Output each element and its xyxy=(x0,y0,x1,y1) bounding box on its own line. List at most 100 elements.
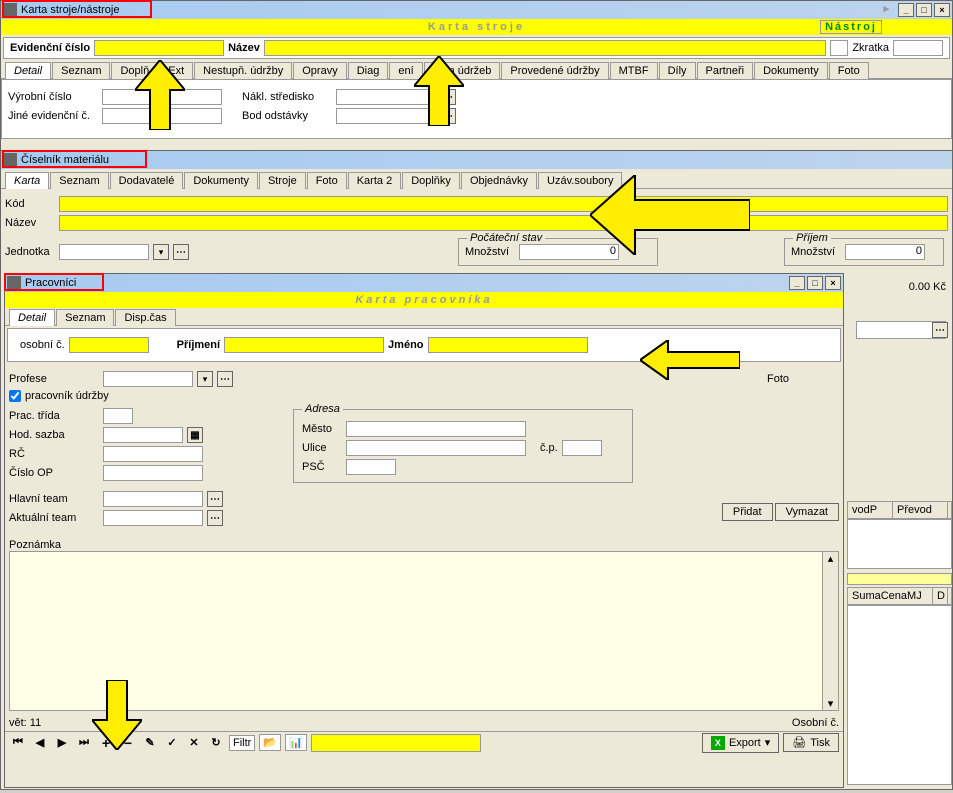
nav-add[interactable]: + xyxy=(97,735,115,751)
button-pridat[interactable]: Přidat xyxy=(722,503,773,521)
input-evidcislo[interactable] xyxy=(94,40,224,56)
textarea-poznamka[interactable]: ▴ ▾ xyxy=(9,551,839,711)
tab-nestupn[interactable]: Nestupň. údržby xyxy=(194,62,292,79)
input-osobni[interactable] xyxy=(69,337,149,353)
col-vodp[interactable]: vodP xyxy=(848,502,893,518)
minimize-button[interactable]: _ xyxy=(789,276,805,290)
calc-button[interactable]: ▦ xyxy=(187,427,203,443)
input-cp[interactable] xyxy=(562,440,602,456)
tab-dispcas[interactable]: Disp.čas xyxy=(115,309,175,326)
tab-foto[interactable]: Foto xyxy=(307,172,347,189)
tab-opravy[interactable]: Opravy xyxy=(293,62,346,79)
button-vymazat[interactable]: Vymazat xyxy=(775,503,839,521)
scrollbar[interactable]: ▴ ▾ xyxy=(822,552,838,710)
lookup-naklstred[interactable]: ⋯ xyxy=(440,89,456,105)
input-naklstred[interactable] xyxy=(336,89,436,105)
lookup-aktualniteam[interactable]: ⋯ xyxy=(207,510,223,526)
tab-uzav[interactable]: Uzáv.soubory xyxy=(538,172,622,189)
col-prevod[interactable]: Převod xyxy=(893,502,948,518)
input-jmeno[interactable] xyxy=(428,337,588,353)
input-hlavniteam[interactable] xyxy=(103,491,203,507)
input-prijval[interactable]: 0 xyxy=(845,244,925,260)
input-mnozstvi[interactable]: 0 xyxy=(519,244,619,260)
nav-last[interactable]: ⏭ xyxy=(75,735,93,751)
close-button[interactable]: × xyxy=(825,276,841,290)
button-tisk[interactable]: 🖨Tisk xyxy=(783,733,839,752)
button-chart[interactable]: 📊 xyxy=(285,734,307,751)
tab-dokumenty[interactable]: Dokumenty xyxy=(184,172,258,189)
input-jednotka[interactable] xyxy=(59,244,149,260)
lookup-jednotka[interactable]: ⋯ xyxy=(173,244,189,260)
tab-mtbf[interactable]: MTBF xyxy=(610,62,658,79)
toggle-arrow-icon[interactable]: ▸ xyxy=(883,2,892,15)
tab-objednavky[interactable]: Objednávky xyxy=(461,172,537,189)
close-button[interactable]: × xyxy=(934,3,950,17)
input-cisloop[interactable] xyxy=(103,465,203,481)
nav-remove[interactable]: − xyxy=(119,735,137,751)
col-d[interactable]: D xyxy=(933,588,948,604)
nav-first[interactable]: ⏮ xyxy=(9,735,27,751)
mode-toggle[interactable]: Nástroj xyxy=(820,20,882,34)
tab-partneri[interactable]: Partneři xyxy=(697,62,754,79)
minimize-button[interactable]: _ xyxy=(898,3,914,17)
checkbox-pracudrzby[interactable] xyxy=(9,390,21,402)
tab-detail[interactable]: Detail xyxy=(5,62,51,79)
tab-dodavatele[interactable]: Dodavatelé xyxy=(110,172,184,189)
dropdown-jednotka[interactable]: ▾ xyxy=(153,244,169,260)
scroll-up-icon[interactable]: ▴ xyxy=(823,552,838,565)
input-practrida[interactable] xyxy=(103,408,133,424)
input-zkratka[interactable] xyxy=(893,40,943,56)
dropdown-profese[interactable]: ▾ xyxy=(197,371,213,387)
input-search-osobni[interactable] xyxy=(311,734,481,752)
col-sumacena[interactable]: SumaCenaMJ xyxy=(848,588,933,604)
tab-provedene[interactable]: Provedené údržby xyxy=(501,62,608,79)
nav-prev[interactable]: ◀ xyxy=(31,735,49,751)
tab-seznam[interactable]: Seznam xyxy=(52,62,110,79)
tab-seznam[interactable]: Seznam xyxy=(50,172,108,189)
tab-diag[interactable]: Diag xyxy=(348,62,389,79)
input-prijmeni[interactable] xyxy=(224,337,384,353)
input-kod[interactable] xyxy=(59,196,948,212)
input-ulice[interactable] xyxy=(346,440,526,456)
input-psc[interactable] xyxy=(346,459,396,475)
scroll-down-icon[interactable]: ▾ xyxy=(823,697,838,710)
lookup-bododst[interactable]: ⋯ xyxy=(440,108,456,124)
label-osobni: osobní č. xyxy=(20,339,65,351)
button-export[interactable]: XExport▾ xyxy=(702,733,779,753)
nav-next[interactable]: ▶ xyxy=(53,735,71,751)
maximize-button[interactable]: □ xyxy=(916,3,932,17)
lookup-hlavniteam[interactable]: ⋯ xyxy=(207,491,223,507)
tab-plan[interactable]: Plán údržeb xyxy=(424,62,501,79)
button-filtr[interactable]: Filtr xyxy=(229,735,255,751)
tab-foto[interactable]: Foto xyxy=(829,62,869,79)
tab-detail[interactable]: Detail xyxy=(9,309,55,326)
input-aktualniteam[interactable] xyxy=(103,510,203,526)
tab-karta2[interactable]: Karta 2 xyxy=(348,172,401,189)
nav-confirm[interactable]: ✓ xyxy=(163,735,181,751)
tab-dily[interactable]: Díly xyxy=(659,62,696,79)
tab-doplnky[interactable]: Doplňky xyxy=(402,172,460,189)
nav-edit[interactable]: ✎ xyxy=(141,735,159,751)
input-nazev[interactable] xyxy=(264,40,826,56)
tab-stroje[interactable]: Stroje xyxy=(259,172,306,189)
lookup-extra[interactable]: ⋯ xyxy=(932,322,948,338)
tab-ext[interactable]: Ext xyxy=(159,62,193,79)
input-nazev[interactable] xyxy=(59,215,948,231)
tab-eni[interactable]: ení xyxy=(389,62,422,79)
tab-seznam[interactable]: Seznam xyxy=(56,309,114,326)
input-profese[interactable] xyxy=(103,371,193,387)
input-hodsazba[interactable] xyxy=(103,427,183,443)
input-jineevid[interactable] xyxy=(102,108,222,124)
maximize-button[interactable]: □ xyxy=(807,276,823,290)
tab-dopln[interactable]: Doplň xyxy=(111,62,158,79)
tab-karta[interactable]: Karta xyxy=(5,172,49,189)
nav-refresh[interactable]: ↻ xyxy=(207,735,225,751)
button-folder[interactable]: 📂 xyxy=(259,734,281,751)
tab-dokumenty[interactable]: Dokumenty xyxy=(754,62,828,79)
input-rc[interactable] xyxy=(103,446,203,462)
input-vyrobni[interactable] xyxy=(102,89,222,105)
input-bododst[interactable] xyxy=(336,108,436,124)
input-mesto[interactable] xyxy=(346,421,526,437)
nav-cancel[interactable]: ✕ xyxy=(185,735,203,751)
lookup-profese[interactable]: ⋯ xyxy=(217,371,233,387)
